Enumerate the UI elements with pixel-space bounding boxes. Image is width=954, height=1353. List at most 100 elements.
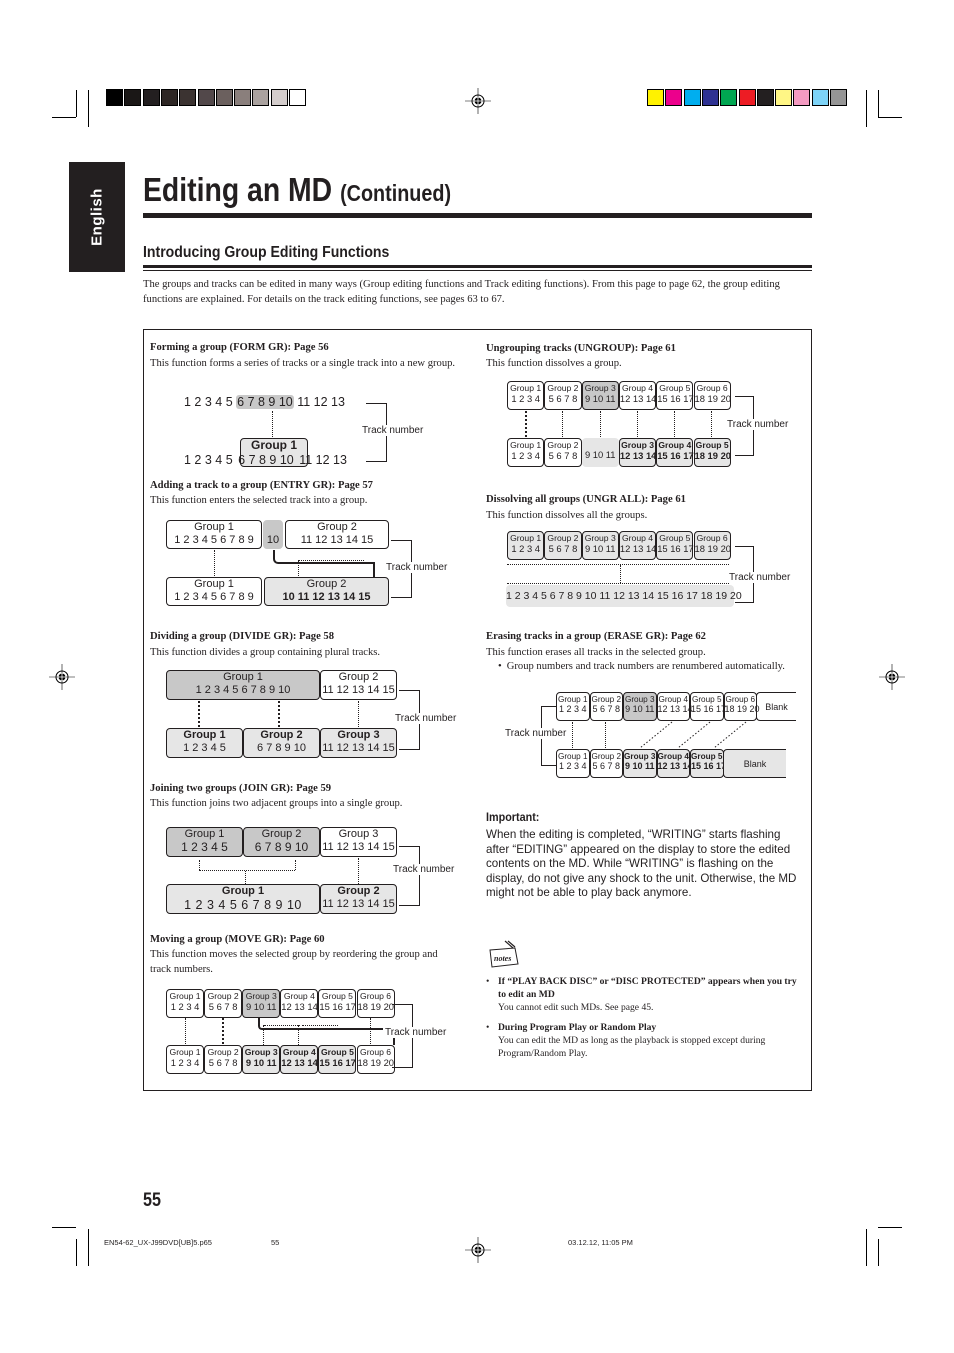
section-description: This function joins two adjacent groups … [150,798,403,809]
track-list: 1 2 3 4 5 6 7 8 9 10 11 12 13 14 15 16 1… [506,590,742,602]
group-tracks: 12 13 14 [619,449,657,461]
group-box: Group 25 6 7 8 [589,749,623,778]
bullet: • [498,661,502,672]
group-label: Group 1 [557,752,588,761]
section-title: Introducing Group Editing Functions [143,244,390,261]
connector-dotted [600,411,601,437]
tracks: 11 12 13 [297,395,345,409]
blank-label: Blank [765,702,788,712]
group-tracks: 12 13 14 [281,1000,318,1012]
crop-mark [878,90,879,117]
group-tracks: 15 16 17 [319,1000,356,1012]
group-tracks: 1 2 3 4 [558,704,587,715]
section-heading: Forming a group (FORM GR): Page 56 [150,342,329,353]
bracket-line [399,846,420,906]
track-row-top: 1 2 3 4 5 6 7 8 9 10 11 12 13 [184,395,345,409]
track-number-label: Track number [391,864,457,875]
group-tracks: 9 10 11 [245,1000,277,1012]
connector-dotted [222,1018,224,1044]
grouped-tracks: 6 7 8 9 10 [238,453,294,467]
blank-box: Blank [723,749,786,778]
section-description: This function divides a group containing… [150,647,381,658]
tracks: 1 2 3 4 5 [184,453,233,467]
group-box: Group 5 15 16 17 [318,1045,357,1074]
group-tracks: 15 16 17 [657,392,694,404]
crop-mark [52,117,76,118]
footer-timestamp: 03.12.12, 11:05 PM [568,1238,633,1247]
group-tracks: 6 7 8 9 10 [254,839,309,854]
group-box: Group 11 2 3 4 5 6 7 8 9 10 [166,670,320,700]
group-box: Group 5 15 16 17 [690,692,726,721]
group-tracks: 1 2 3 4 [170,1056,200,1068]
group-box: Group 11 2 3 4 [556,692,590,721]
section-heading: Dissolving all groups (UNGR ALL): Page 6… [486,494,686,505]
move-arrow-line [258,1018,396,1030]
group-label: Group 2 [337,885,380,897]
group-tracks: 9 10 11 [584,392,616,404]
group-label: Group 2 [260,729,303,741]
section-description: This function forms a series of tracks o… [150,358,456,369]
group-label: Group 3 [338,828,379,840]
section-heading: Ungrouping tracks (UNGROUP): Page 61 [486,343,676,354]
group-box: Group 25 6 7 8 [544,531,582,560]
group-label: Group 3 [624,695,655,704]
group-box: Group 2 11 12 13 14 15 [320,884,397,914]
section-heading: Moving a group (MOVE GR): Page 60 [150,934,325,945]
group-box: Group 6 18 19 20 [723,692,760,721]
connector-dotted [302,1025,338,1026]
move-arrow-line [273,550,375,564]
group-box: Group 11 2 3 4 5 6 7 8 9 10 [166,884,320,914]
bullet: • [486,976,490,987]
note-title: If “PLAY BACK DISC” or “DISC PROTECTED” … [498,976,797,1000]
note-item: • During Program Play or Random Play You c… [486,1021,806,1060]
group-box: Group 39 10 11 [581,381,619,410]
track-number-label: Track number [393,713,459,724]
color-swatch [124,89,142,106]
group-box: Group 3 11 12 13 14 15 [320,827,397,857]
group-tracks: 18 19 20 [694,542,732,554]
blank-label: Blank [743,759,767,769]
selected-track-box: 10 [263,520,283,549]
group-tracks: 1 2 3 4 5 6 7 8 9 [174,590,254,603]
group-box: Group 25 6 7 8 [544,438,582,467]
group-label: Group 4 [658,695,689,704]
group-tracks: 11 12 13 14 15 [322,741,395,754]
group-tracks: 15 16 17 [657,542,694,554]
section-heading: Erasing tracks in a group (ERASE GR): Pa… [486,631,706,642]
section-heading: Adding a track to a group (ENTRY GR): Pa… [150,480,373,491]
group-label: Group 2 [591,695,622,704]
group-box: Group 39 10 11 [242,989,281,1018]
group-box: Group 25 6 7 8 [544,381,582,410]
crop-mark [866,1229,867,1266]
registration-mark-icon [465,88,491,114]
title-continued: (Continued) [340,180,452,206]
color-swatch [701,89,719,106]
language-label: English [88,188,106,246]
group-label: Group 2 [317,521,357,533]
group-box: Group 6 18 19 20 [356,989,395,1018]
color-swatch [234,89,252,106]
connector-dotted [298,1025,299,1045]
color-swatch [270,89,288,106]
group-box: Group 39 10 11 [623,692,657,721]
group-box: Group 39 10 11 [581,531,619,560]
group-tracks: 1 2 3 4 5 [181,839,228,854]
group-tracks: 15 16 17 [657,449,694,461]
group-tracks: 11 12 13 14 15 [300,533,374,546]
color-swatch [665,89,683,106]
group-tracks: 5 6 7 8 [592,761,621,772]
color-swatch [197,89,215,106]
group-tracks: 10 [266,533,280,546]
section-rule-thin [143,270,812,271]
color-swatch [793,89,811,106]
group-box: Group 3 12 13 14 [618,438,657,467]
connector-dotted [185,1018,186,1044]
group-tracks: 1 2 3 4 [511,392,540,404]
group-box: Group 6 18 19 20 [693,531,732,560]
group-tracks: 12 13 14 [619,392,657,404]
connector-dotted [562,411,563,437]
group-tracks: 5 6 7 8 [548,392,578,404]
group-label: Group 1 [223,671,263,683]
group-box: 9 10 11 [581,438,619,467]
section-description: This function erases all tracks in the s… [486,647,706,658]
